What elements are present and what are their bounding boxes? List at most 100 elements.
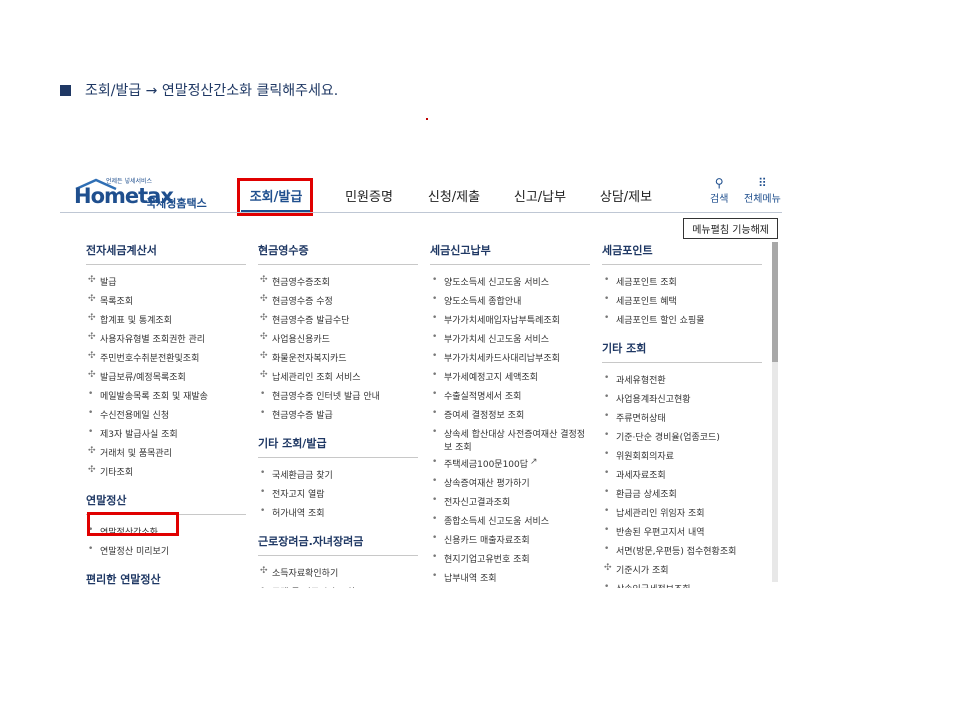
menu-item[interactable]: ✣ 주민번호수취분전환및조회 [86,351,246,370]
instruction: 조회/발급 → 연말정산간소화 클릭해주세요. [60,80,338,100]
menu-item-label: 사업용신용카드 [272,335,330,345]
menu-item[interactable]: • 양도소득세 종합안내 [430,294,590,313]
menu-item[interactable]: • 전자신고결과조회 [430,495,590,514]
menu-item[interactable]: • 사업용계좌신고현황 [602,392,762,411]
all-menu-button[interactable]: ⠿ 전체메뉴 [744,176,781,205]
menu-item[interactable]: • 주류면허상태 [602,411,762,430]
menu-item[interactable]: • 부가가치세매입자납부특례조회 [430,313,590,332]
menu-item[interactable]: • 전자고지 열람 [258,487,418,506]
menu-item[interactable]: • 부가가치세 신고도움 서비스 [430,332,590,351]
menu-item[interactable]: • 세금포인트 혜택 [602,294,762,313]
menu-item[interactable]: ✣ 합계표 및 통계조회 [86,313,246,332]
menu-item-label: 신용카드 매출자료조회 [444,536,530,546]
nav-apply-submit[interactable]: 신청/제출 [419,176,489,212]
bullet-dot-icon: • [432,389,438,399]
bullet-dot-icon: • [604,430,610,440]
menu-expand-toggle-button[interactable]: 메뉴펼침 기능해제 [683,218,778,239]
nav-consult-report[interactable]: 상담/제보 [591,176,661,212]
menu-item-label: 현금영수증 발급 [272,411,333,421]
menu-item[interactable]: • 주택세금100문100답 ↗ [430,457,590,476]
menu-item[interactable]: ✣ 목록조회 [86,294,246,313]
scrollbar-thumb[interactable] [772,242,778,362]
menu-item[interactable]: • 제3자 발급사실 조회 [86,427,246,446]
menu-item-label: 세금포인트 할인 쇼핑몰 [616,316,705,326]
menu-item-label: 납세관리인 위임자 조회 [616,509,705,519]
menu-item[interactable]: ✣ 사용자유형별 조회권한 관리 [86,332,246,351]
menu-item-label: 발급 [100,278,117,288]
menu-item[interactable]: • 기준·단순 경비율(업종코드) [602,430,762,449]
menu-item[interactable]: • 납부내역 조회 [430,571,590,588]
menu-item[interactable]: • 서면(방문,우편등) 접수현황조회 [602,544,762,563]
menu-item[interactable]: ✣ 기타조회 [86,465,246,484]
bullet-dot-icon: • [260,585,272,588]
menu-item-label: 상속인국세정보조회 [616,582,691,588]
menu-item[interactable]: ✣ 화물운전자복지카드 [258,351,418,370]
hometax-logo[interactable]: 언제든 넣세서비스 Hometax 국세청홈택스 [72,176,232,210]
search-button[interactable]: ⚲ 검색 [710,176,728,205]
menu-item[interactable]: • 수신전용메일 신청 [86,408,246,427]
menu-item[interactable]: • 반송된 우편고지서 내역 [602,525,762,544]
menu-item[interactable]: ✣ 사업용신용카드 [258,332,418,351]
nav-file-pay[interactable]: 신고/납부 [505,176,575,212]
menu-item[interactable]: ✣ 소득자료확인하기 [258,566,418,585]
menu-item[interactable]: ✣ 현금영수증 수정 [258,294,418,313]
menu-item[interactable]: • 신용카드 매출자료조회 [430,533,590,552]
menu-section-title: 세금포인트 [602,242,762,265]
menu-item[interactable]: • 현금영수증 발급 [258,408,418,427]
menu-item[interactable]: • 현금영수증 인터넷 발급 안내 [258,389,418,408]
menu-item[interactable]: ✣ 거래처 및 품목관리 [86,446,246,465]
bullet-dot-icon: • [604,392,610,402]
expand-cross-icon: ✣ [260,566,268,576]
menu-item[interactable]: • 위원회회의자료 [602,449,762,468]
menu-item[interactable]: ✣ 발급보류/예정목록조회 [86,370,246,389]
menu-item[interactable]: • 세금포인트 할인 쇼핑몰 [602,313,762,332]
menu-item[interactable]: • 부가가치세카드사대리납부조회 [430,351,590,370]
menu-item[interactable]: • 상속인국세정보조회 [602,582,762,588]
menu-item[interactable]: • 양도소득세 신고도움 서비스 [430,275,590,294]
menu-item[interactable]: • 허가내역 조회 [258,506,418,525]
menu-item[interactable]: • 국세환급금 찾기 [258,468,418,487]
menu-item[interactable]: • 과세자료조회 [602,468,762,487]
menu-item-label: 기준·단순 경비율(업종코드) [616,433,720,443]
expand-cross-icon: ✣ [88,313,96,323]
bullet-dot-icon: • [432,313,438,323]
expand-cross-icon: ✣ [88,294,96,304]
menu-item[interactable]: • 연말정산 미리보기 [86,544,246,563]
menu-item[interactable]: • 세금포인트 조회 [602,275,762,294]
menu-item[interactable]: • 현지기업고유번호 조회 [430,552,590,571]
menu-item[interactable]: • 과세유형전환 [602,373,762,392]
menu-item-label: 종합소득세 신고도움 서비스 [444,517,550,527]
menu-item[interactable]: ✣ 발급 [86,275,246,294]
bullet-dot-icon: • [604,373,610,383]
menu-item-label: 메일발송목록 조회 및 재발송 [100,392,208,402]
menu-item[interactable]: • 부가세예정고지 세액조회 [430,370,590,389]
menu-item-label: 제3자 발급사실 조회 [100,430,178,440]
expand-cross-icon: ✣ [88,332,96,342]
menu-item[interactable]: • 메일발송목록 조회 및 재발송 [86,389,246,408]
expand-cross-icon: ✣ [88,370,96,380]
menu-item[interactable]: • 수출실적명세서 조회 [430,389,590,408]
nav-certificates[interactable]: 민원증명 [339,176,399,212]
menu-item-label: 사용자유형별 조회권한 관리 [100,335,206,345]
menu-item[interactable]: • 증여세 결정정보 조회 [430,408,590,427]
menu-item[interactable]: • 상속증여재산 평가하기 [430,476,590,495]
bullet-dot-icon: • [432,408,438,418]
bullet-dot-icon: • [604,449,610,459]
menu-item[interactable]: • 종합소득세 신고도움 서비스 [430,514,590,533]
menu-item-label: 주택 등 기준시가 조회 [272,585,355,588]
menu-item[interactable]: ✣ 현금영수증 발급수단 [258,313,418,332]
menu-item[interactable]: ✣ 현금영수증조회 [258,275,418,294]
highlight-box-year-end-simplified [87,512,179,536]
bullet-dot-icon: • [432,457,438,467]
bullet-dot-icon: • [604,506,610,516]
menu-item[interactable]: • 환급금 상세조회 [602,487,762,506]
menu-item[interactable]: • 상속세 합산대상 사전증여재산 결정정보 조회 [430,427,590,457]
nav-divider [60,212,782,213]
menu-section-title: 기타 조회 [602,340,762,363]
menu-item[interactable]: ✣ 납세관리인 조회 서비스 [258,370,418,389]
menu-item[interactable]: •주택 등 기준시가 조회 [258,585,418,588]
menu-scrollbar[interactable] [772,242,778,582]
menu-item[interactable]: ✣ 기준시가 조회 [602,563,762,582]
menu-item-label: 과세유형전환 [616,376,666,386]
menu-item[interactable]: • 납세관리인 위임자 조회 [602,506,762,525]
